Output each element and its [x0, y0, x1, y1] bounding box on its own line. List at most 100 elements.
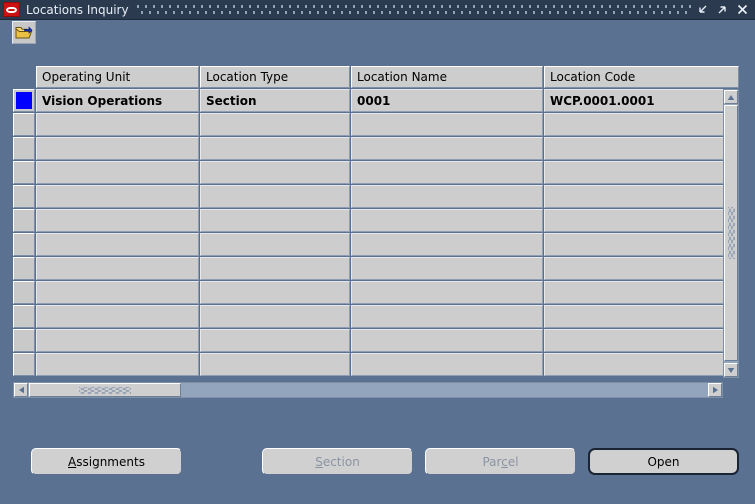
table-row[interactable]	[13, 305, 739, 328]
cell-location_code[interactable]	[544, 353, 739, 376]
cell-operating_unit[interactable]	[36, 353, 199, 376]
grid-horizontal-scrollbar[interactable]	[13, 382, 723, 398]
cell-location_name[interactable]	[351, 257, 543, 280]
cell-operating_unit[interactable]	[36, 257, 199, 280]
row-selection-indicator	[16, 236, 32, 253]
cell-location_type[interactable]	[200, 329, 350, 352]
cell-location_type[interactable]	[200, 281, 350, 304]
cell-operating_unit[interactable]	[36, 113, 199, 136]
table-row[interactable]	[13, 353, 739, 376]
row-selector[interactable]	[13, 329, 35, 352]
cell-operating_unit[interactable]: Vision Operations	[36, 89, 199, 112]
grid-header-location_code[interactable]: Location Code	[544, 66, 739, 88]
row-selector[interactable]	[13, 161, 35, 184]
row-selector[interactable]	[13, 353, 35, 376]
row-selector[interactable]	[13, 113, 35, 136]
close-button[interactable]	[736, 3, 749, 16]
cell-operating_unit[interactable]	[36, 209, 199, 232]
cell-location_code[interactable]	[544, 257, 739, 280]
cell-location_type[interactable]	[200, 113, 350, 136]
cell-location_code[interactable]	[544, 233, 739, 256]
cell-location_name[interactable]	[351, 137, 543, 160]
cell-location_type[interactable]	[200, 233, 350, 256]
scroll-down-icon[interactable]	[724, 363, 738, 377]
cell-operating_unit[interactable]	[36, 281, 199, 304]
cell-location_name[interactable]	[351, 305, 543, 328]
row-selection-indicator	[16, 332, 32, 349]
open-folder-icon[interactable]	[12, 21, 36, 44]
cell-operating_unit[interactable]	[36, 305, 199, 328]
table-row[interactable]	[13, 329, 739, 352]
grip-dots	[79, 386, 131, 394]
cell-location_name[interactable]	[351, 329, 543, 352]
section-button: Section	[262, 448, 413, 475]
row-selector[interactable]	[13, 89, 35, 112]
table-row[interactable]	[13, 257, 739, 280]
grid-header-operating_unit[interactable]: Operating Unit	[36, 66, 199, 88]
row-selector[interactable]	[13, 257, 35, 280]
cell-location_name[interactable]	[351, 281, 543, 304]
cell-operating_unit[interactable]	[36, 329, 199, 352]
cell-location_code[interactable]	[544, 209, 739, 232]
titlebar-drag-grip[interactable]	[136, 2, 692, 17]
cell-location_name[interactable]: 0001	[351, 89, 543, 112]
cell-location_type[interactable]	[200, 305, 350, 328]
table-row[interactable]: Vision Operations Section 0001 WCP.0001.000…	[13, 89, 739, 112]
toolbar	[0, 21, 755, 53]
cell-location_type[interactable]	[200, 257, 350, 280]
button-label: Parcel	[482, 454, 519, 469]
cell-operating_unit[interactable]	[36, 233, 199, 256]
assignments-button[interactable]: Assignments	[31, 448, 182, 475]
cell-location_code[interactable]	[544, 329, 739, 352]
cell-location_name[interactable]	[351, 209, 543, 232]
table-row[interactable]	[13, 161, 739, 184]
row-selection-indicator	[16, 212, 32, 229]
row-selector[interactable]	[13, 281, 35, 304]
cell-location_code[interactable]	[544, 113, 739, 136]
grid-header-corner	[13, 66, 36, 88]
cell-location_code[interactable]	[544, 137, 739, 160]
cell-location_type[interactable]	[200, 353, 350, 376]
scroll-left-icon[interactable]	[14, 383, 28, 397]
cell-location_name[interactable]	[351, 185, 543, 208]
row-selector[interactable]	[13, 233, 35, 256]
vertical-scroll-thumb[interactable]	[724, 105, 738, 361]
cell-location_code[interactable]	[544, 161, 739, 184]
cell-location_name[interactable]	[351, 353, 543, 376]
cell-location_name[interactable]	[351, 113, 543, 136]
row-selector[interactable]	[13, 305, 35, 328]
cell-location_type[interactable]	[200, 185, 350, 208]
table-row[interactable]	[13, 209, 739, 232]
cell-location_type[interactable]	[200, 161, 350, 184]
cell-location_type[interactable]	[200, 137, 350, 160]
cell-location_name[interactable]	[351, 233, 543, 256]
grid-header-location_name[interactable]: Location Name	[351, 66, 543, 88]
table-row[interactable]	[13, 233, 739, 256]
cell-location_type[interactable]	[200, 209, 350, 232]
cell-operating_unit[interactable]	[36, 185, 199, 208]
table-row[interactable]	[13, 281, 739, 304]
horizontal-scroll-thumb[interactable]	[29, 383, 181, 397]
table-row[interactable]	[13, 185, 739, 208]
cell-location_type[interactable]: Section	[200, 89, 350, 112]
cell-location_code[interactable]: WCP.0001.0001	[544, 89, 739, 112]
row-selector[interactable]	[13, 209, 35, 232]
cell-location_code[interactable]	[544, 185, 739, 208]
cell-operating_unit[interactable]	[36, 137, 199, 160]
cell-operating_unit[interactable]	[36, 161, 199, 184]
cell-location_code[interactable]	[544, 305, 739, 328]
grid-vertical-scrollbar[interactable]	[723, 89, 739, 378]
table-row[interactable]	[13, 137, 739, 160]
row-selector[interactable]	[13, 137, 35, 160]
scroll-right-icon[interactable]	[708, 383, 722, 397]
table-row[interactable]	[13, 113, 739, 136]
scroll-up-icon[interactable]	[724, 90, 738, 104]
row-selector[interactable]	[13, 185, 35, 208]
window-controls	[696, 3, 749, 16]
maximize-button[interactable]	[716, 3, 729, 16]
cell-location_name[interactable]	[351, 161, 543, 184]
cell-location_code[interactable]	[544, 281, 739, 304]
minimize-button[interactable]	[696, 3, 709, 16]
grid-header-location_type[interactable]: Location Type	[200, 66, 350, 88]
open-button[interactable]: Open	[588, 448, 739, 475]
